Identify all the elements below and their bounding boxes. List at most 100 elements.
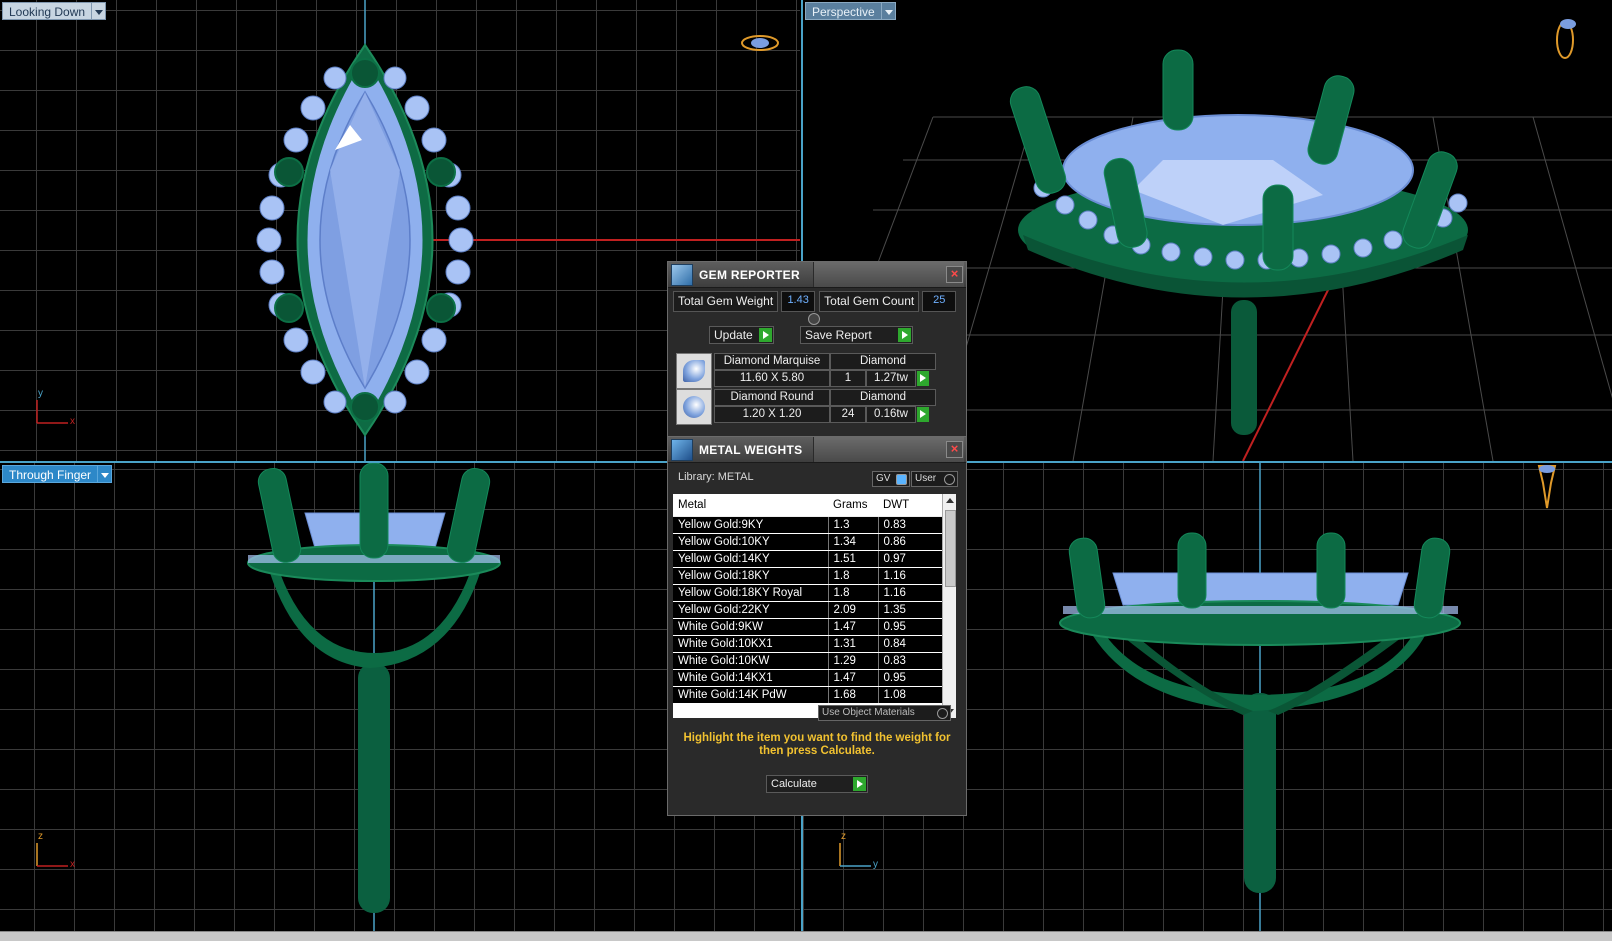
metal-dwt: 0.83 [878, 516, 943, 534]
close-icon[interactable]: × [946, 441, 963, 458]
play-icon [758, 328, 772, 342]
metal-grams: 1.68 [828, 686, 879, 704]
metal-dwt: 0.83 [878, 652, 943, 670]
use-object-materials-toggle[interactable]: Use Object Materials [818, 705, 951, 721]
update-button[interactable]: Update [709, 326, 774, 344]
metal-dwt: 1.16 [878, 567, 943, 585]
viewport-name: Looking Down [2, 2, 93, 20]
table-row[interactable]: Yellow Gold:18KY Royal 1.8 1.16 [673, 584, 943, 602]
play-icon [853, 777, 866, 791]
axis-x-label: x [70, 859, 75, 870]
use-object-materials-label: Use Object Materials [822, 707, 915, 718]
toggle-knob [944, 474, 955, 485]
collapse-toggle[interactable] [808, 313, 820, 325]
gem-count: 24 [830, 406, 866, 423]
user-label: User [915, 473, 937, 484]
metal-name: Yellow Gold:18KY [673, 567, 829, 585]
viewport-label-perspective[interactable]: Perspective [805, 2, 896, 20]
scroll-up-icon[interactable] [946, 498, 954, 503]
table-row[interactable]: White Gold:14KX1 1.47 0.95 [673, 669, 943, 687]
metal-grams: 1.8 [828, 584, 879, 602]
metal-table[interactable]: Metal Grams DWT Yellow Gold:9KY 1.3 0.83 Ye… [673, 494, 956, 718]
metal-grams: 1.8 [828, 567, 879, 585]
metal-weights-titlebar[interactable]: METAL WEIGHTS × [668, 437, 966, 463]
play-icon[interactable] [917, 371, 929, 386]
gem-row[interactable]: Diamond Round Diamond 1.20 X 1.20 24 0.1… [676, 389, 938, 425]
gv-label: GV [876, 473, 891, 484]
column-header-metal[interactable]: Metal [673, 494, 828, 517]
metal-grams: 1.47 [828, 618, 879, 636]
axis-z-label: z [841, 831, 846, 842]
table-row[interactable]: White Gold:14K PdW 1.68 1.08 [673, 686, 943, 704]
chevron-down-icon[interactable] [92, 2, 107, 20]
total-gem-weight-label: Total Gem Weight [673, 291, 779, 312]
metal-grams: 1.34 [828, 533, 879, 551]
table-row[interactable]: Yellow Gold:9KY 1.3 0.83 [673, 516, 943, 534]
viewport-label-looking-down[interactable]: Looking Down [2, 2, 107, 20]
total-gem-count-label: Total Gem Count [819, 291, 920, 312]
calculate-label: Calculate [771, 778, 817, 790]
chevron-down-icon[interactable] [98, 465, 113, 483]
panel-title: GEM REPORTER [699, 267, 800, 282]
metal-name: White Gold:9KW [673, 618, 829, 636]
metal-name: Yellow Gold:14KY [673, 550, 829, 568]
save-report-label: Save Report [805, 328, 872, 342]
save-report-button[interactable]: Save Report [800, 326, 913, 344]
table-row[interactable]: White Gold:10KW 1.29 0.83 [673, 652, 943, 670]
gem-round-thumbnail [676, 389, 712, 425]
gem-row[interactable]: Diamond Marquise Diamond 11.60 X 5.80 1 … [676, 353, 938, 389]
metal-dwt: 0.97 [878, 550, 943, 568]
table-row[interactable]: White Gold:10KX1 1.31 0.84 [673, 635, 943, 653]
metal-dwt: 0.95 [878, 669, 943, 687]
metal-grams: 1.3 [828, 516, 879, 534]
user-toggle[interactable]: User [911, 471, 958, 487]
gem-weight: 0.16tw [866, 406, 916, 423]
calculate-hint: Highlight the item you want to find the … [683, 732, 951, 757]
viewport-name: Through Finger [2, 465, 99, 483]
toggle-knob [896, 474, 907, 485]
play-icon[interactable] [917, 407, 929, 422]
gem-size: 1.20 X 1.20 [714, 406, 830, 423]
metal-dwt: 1.16 [878, 584, 943, 602]
update-label: Update [714, 328, 753, 342]
metal-grams: 2.09 [828, 601, 879, 619]
metal-grams: 1.47 [828, 669, 879, 687]
gv-toggle[interactable]: GV [872, 471, 910, 487]
metal-dwt: 0.86 [878, 533, 943, 551]
column-header-grams[interactable]: Grams [828, 494, 878, 517]
table-row[interactable]: Yellow Gold:18KY 1.8 1.16 [673, 567, 943, 585]
gem-marquise-thumbnail [676, 353, 712, 389]
total-gem-count-value: 25 [922, 291, 957, 312]
calculate-button[interactable]: Calculate [766, 775, 868, 793]
axis-z-label: z [38, 831, 43, 842]
metal-dwt: 0.95 [878, 618, 943, 636]
table-scrollbar[interactable] [942, 494, 956, 718]
gem-reporter-titlebar[interactable]: GEM REPORTER × [668, 262, 966, 288]
gem-name: Diamond Marquise [714, 353, 830, 370]
viewport-label-through-finger[interactable]: Through Finger [2, 465, 113, 483]
metal-name: White Gold:10KX1 [673, 635, 829, 653]
play-icon [897, 328, 911, 342]
metal-name: White Gold:10KW [673, 652, 829, 670]
gem-count: 1 [830, 370, 866, 387]
gem-material: Diamond [830, 389, 936, 406]
close-icon[interactable]: × [946, 266, 963, 283]
column-header-dwt[interactable]: DWT [878, 494, 943, 517]
table-row[interactable]: Yellow Gold:14KY 1.51 0.97 [673, 550, 943, 568]
chevron-down-icon[interactable] [881, 2, 896, 20]
toggle-knob [937, 708, 948, 719]
gem-weight: 1.27tw [866, 370, 916, 387]
table-row[interactable]: Yellow Gold:22KY 2.09 1.35 [673, 601, 943, 619]
metal-dwt: 1.08 [878, 686, 943, 704]
axis-y-label: y [873, 859, 878, 870]
flask-icon [671, 438, 693, 461]
gem-size: 11.60 X 5.80 [714, 370, 830, 387]
scroll-thumb[interactable] [945, 510, 956, 587]
viewport-name: Perspective [805, 2, 882, 20]
metal-name: Yellow Gold:9KY [673, 516, 829, 534]
table-row[interactable]: White Gold:9KW 1.47 0.95 [673, 618, 943, 636]
title-tab-shade [813, 262, 964, 287]
total-gem-weight-value: 1.43 [781, 291, 816, 312]
table-row[interactable]: Yellow Gold:10KY 1.34 0.86 [673, 533, 943, 551]
metal-name: Yellow Gold:22KY [673, 601, 829, 619]
